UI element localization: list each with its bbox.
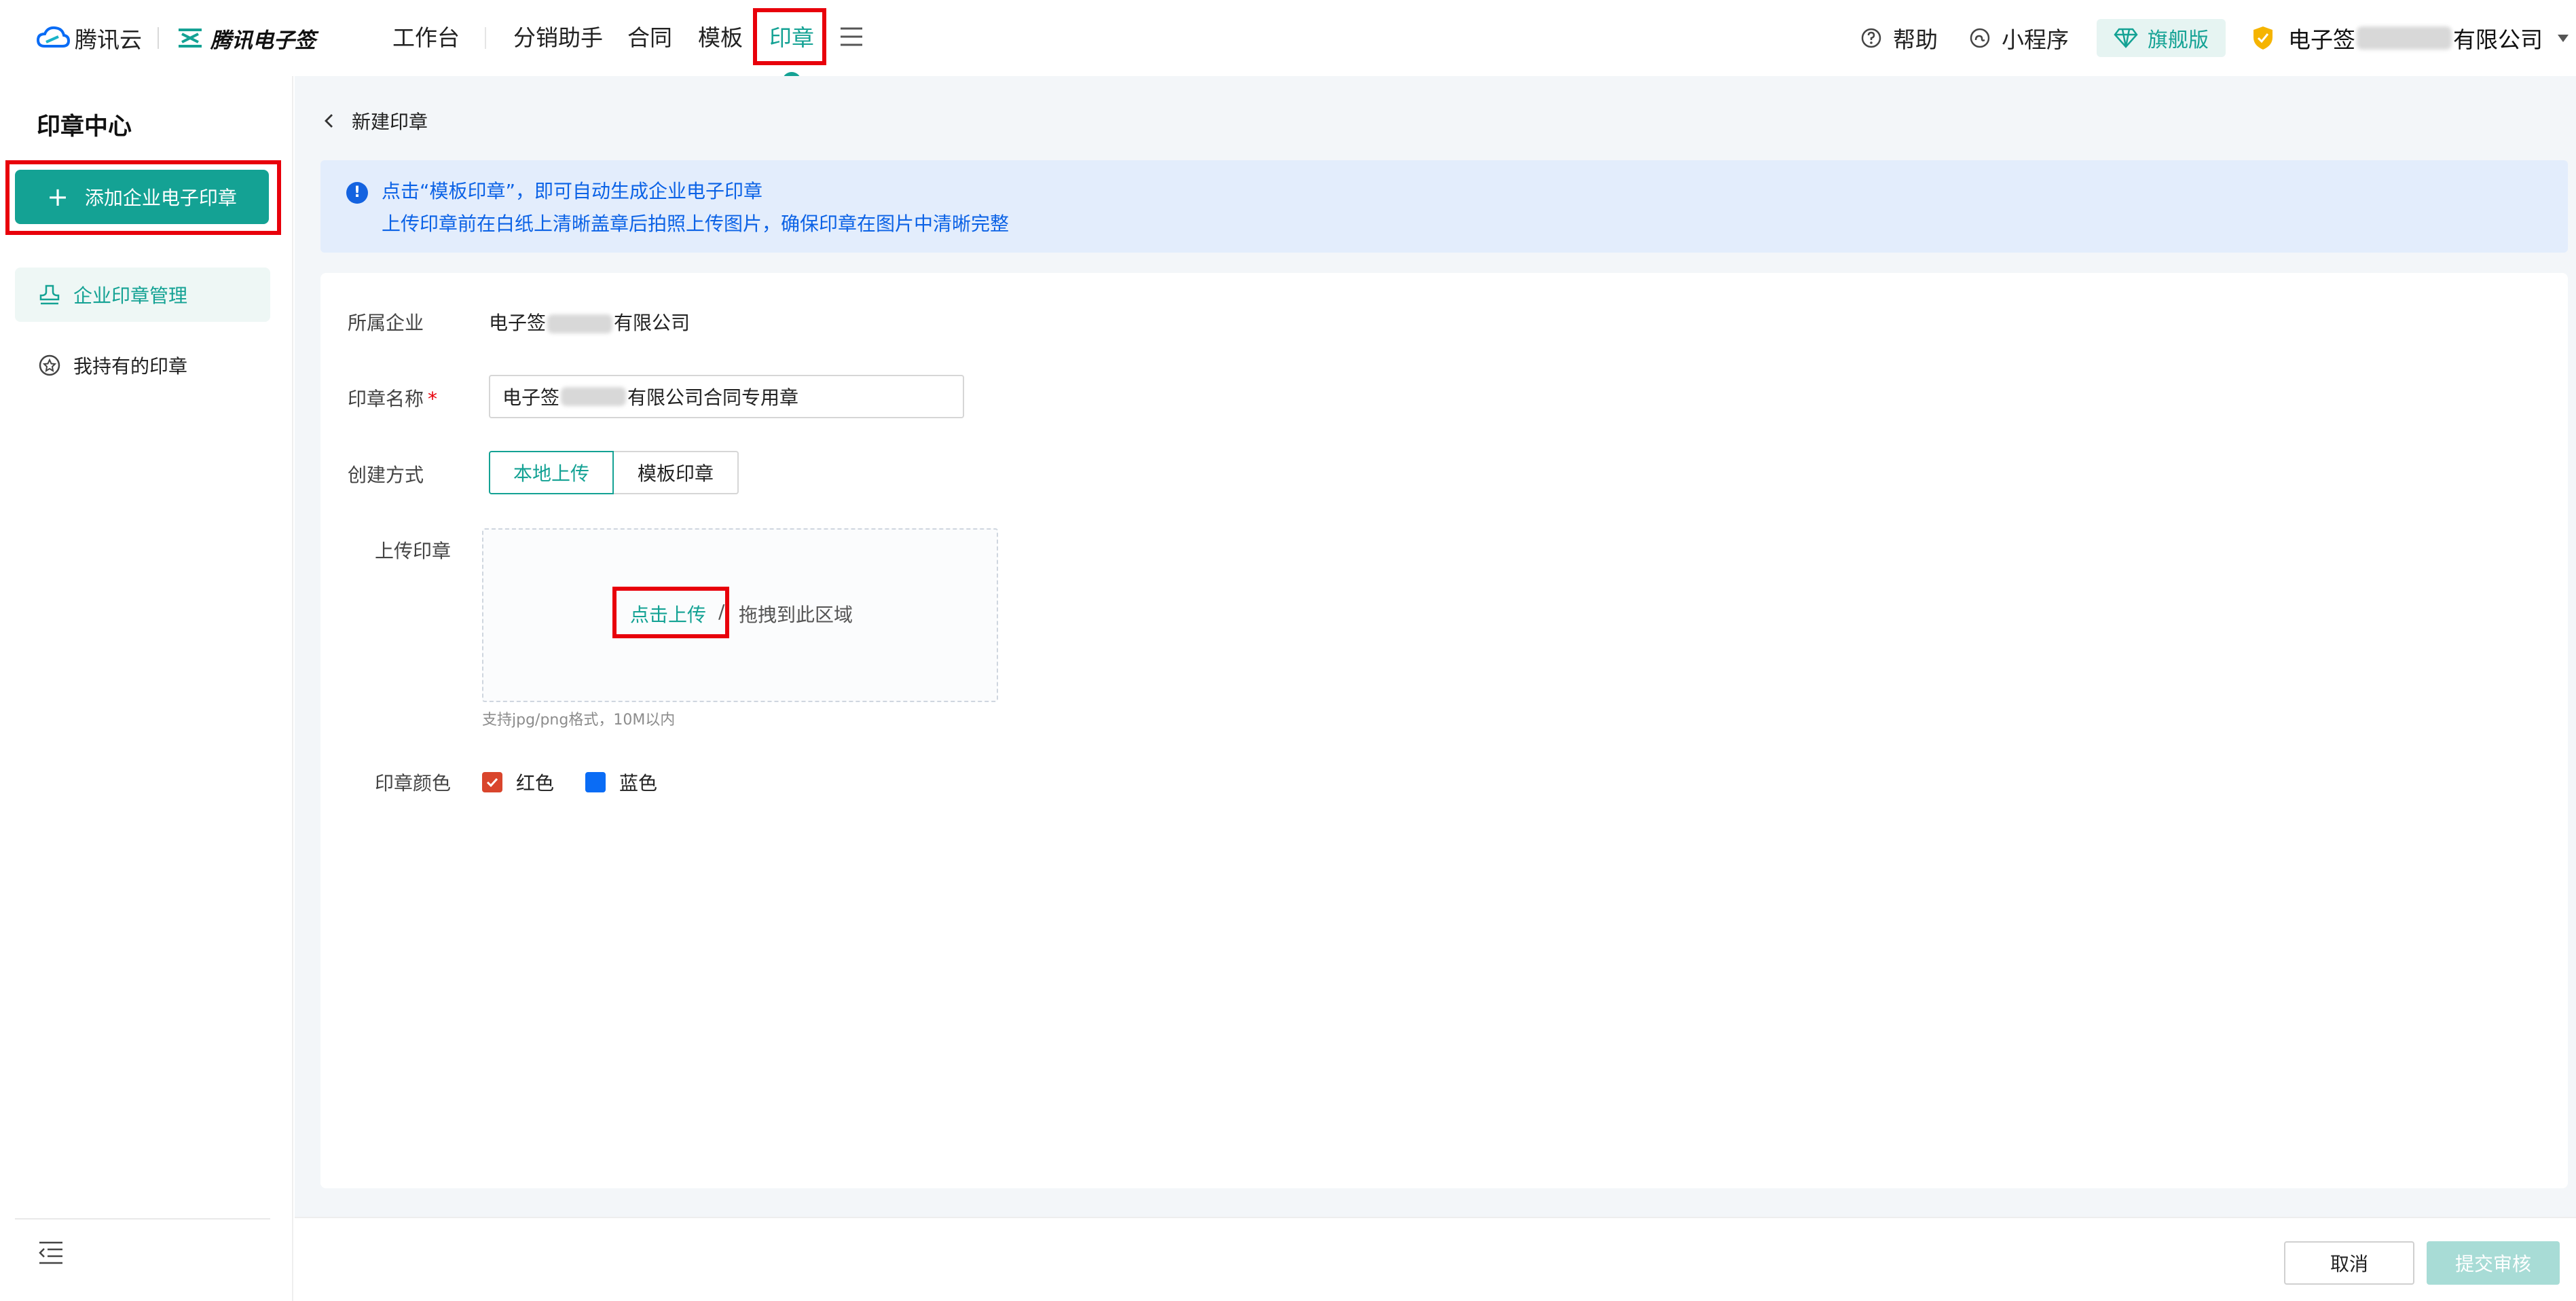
company-field-label: 所属企业 — [348, 312, 424, 334]
chevron-down-icon — [2558, 34, 2569, 42]
redacted-text — [2357, 26, 2452, 50]
nav-contract[interactable]: 合同 — [627, 20, 672, 56]
seal-name-label: 印章名称 * — [348, 384, 437, 411]
drag-here-text: 拖拽到此区域 — [739, 604, 853, 626]
redacted-text — [561, 387, 627, 406]
star-badge-icon — [39, 354, 60, 376]
nav-workbench[interactable]: 工作台 — [392, 20, 460, 56]
company-prefix: 电子签 — [2288, 26, 2355, 53]
esign-logo[interactable]: 腾讯电子签 — [177, 22, 316, 54]
color-option-blue[interactable]: 蓝色 — [585, 769, 657, 796]
collapse-sidebar-icon[interactable] — [38, 1240, 64, 1266]
page-title: 新建印章 — [352, 111, 428, 133]
highlight-box-add-seal — [5, 160, 281, 235]
seal-name-input[interactable]: 电子签 有限公司合同专用章 — [489, 375, 964, 418]
sidebar-title: 印章中心 — [37, 113, 132, 141]
checkmark-icon — [486, 777, 498, 788]
company-value-suffix: 有限公司 — [614, 312, 691, 334]
submit-review-button[interactable]: 提交审核 — [2427, 1241, 2560, 1285]
sidebar-divider — [15, 1218, 270, 1220]
seal-name-prefix: 电子签 — [502, 386, 560, 409]
notice-line-1: 点击“模板印章”，即可自动生成企业电子印章 — [382, 180, 763, 202]
info-notice: ! 点击“模板印章”，即可自动生成企业电子印章 上传印章前在白纸上清晰盖章后拍照… — [320, 160, 2568, 253]
info-icon: ! — [346, 182, 368, 204]
verified-shield-icon — [2253, 26, 2273, 50]
seal-name-suffix: 有限公司合同专用章 — [627, 386, 799, 409]
tencent-cloud-logo[interactable]: 腾讯云 — [35, 20, 142, 56]
footer-actions: 取消 提交审核 — [295, 1217, 2576, 1301]
miniprogram-label: 小程序 — [2002, 26, 2069, 53]
create-method-label: 创建方式 — [348, 464, 424, 486]
seal-form-card: 所属企业 电子签 有限公司 印章名称 * 电子签 有限公司合同专用章 创建方式 本地上… — [320, 273, 2568, 1188]
flagship-label: 旗舰版 — [2148, 29, 2209, 52]
main-content: 新建印章 ! 点击“模板印章”，即可自动生成企业电子印章 上传印章前在白纸上清晰… — [295, 76, 2576, 1217]
method-local-upload[interactable]: 本地上传 — [489, 451, 614, 494]
tencent-cloud-text: 腾讯云 — [75, 26, 142, 53]
company-suffix: 有限公司 — [2453, 26, 2543, 53]
color-option-red[interactable]: 红色 — [482, 769, 554, 796]
required-mark: * — [428, 388, 438, 410]
upload-dropzone[interactable]: 点击上传 / 拖拽到此区域 — [482, 528, 998, 702]
seal-color-label: 印章颜色 — [375, 772, 452, 794]
cloud-icon — [36, 26, 71, 48]
help-link[interactable]: 帮助 — [1860, 20, 1938, 56]
sidebar-item-my-seals[interactable]: 我持有的印章 — [15, 338, 270, 392]
miniprogram-link[interactable]: 小程序 — [1969, 20, 2069, 56]
method-template-seal[interactable]: 模板印章 — [614, 451, 739, 494]
redacted-text — [547, 314, 613, 333]
esign-brand-text: 腾讯电子签 — [210, 28, 316, 53]
more-menu-icon[interactable] — [839, 24, 864, 49]
color-red-label: 红色 — [516, 772, 555, 794]
top-bar: 腾讯云 腾讯电子签 工作台 分销助手 合同 模板 印章 帮助 小程序 旗舰版 电… — [0, 0, 2576, 81]
logo-divider — [158, 27, 159, 49]
company-switcher[interactable]: 电子签 有限公司 — [2251, 19, 2569, 57]
highlight-box-nav-seal — [753, 8, 826, 65]
checkbox-checked-icon[interactable] — [482, 772, 502, 792]
nav-template[interactable]: 模板 — [698, 20, 743, 56]
seal-name-label-text: 印章名称 — [348, 388, 424, 410]
chevron-left-icon — [325, 114, 333, 128]
help-icon — [1861, 28, 1881, 48]
highlight-box-click-upload — [612, 587, 729, 638]
upload-format-hint: 支持jpg/png格式，10M以内 — [482, 712, 676, 729]
flagship-badge[interactable]: 旗舰版 — [2097, 19, 2226, 57]
miniprogram-icon — [1970, 28, 1990, 48]
nav-distribution[interactable]: 分销助手 — [513, 20, 603, 56]
sidebar: 印章中心 + 添加企业电子印章 企业印章管理 我持有的印章 — [0, 76, 293, 1301]
back-navigation[interactable]: 新建印章 — [322, 106, 428, 136]
sidebar-item-label: 企业印章管理 — [73, 285, 188, 307]
company-field-value: 电子签 有限公司 — [489, 308, 690, 335]
sidebar-item-label: 我持有的印章 — [73, 355, 188, 378]
cancel-button[interactable]: 取消 — [2284, 1241, 2414, 1285]
stamp-icon — [39, 285, 60, 305]
diamond-icon — [2114, 28, 2138, 48]
notice-line-2: 上传印章前在白纸上清晰盖章后拍照上传图片，确保印章在图片中清晰完整 — [382, 213, 1010, 235]
color-blue-label: 蓝色 — [619, 772, 658, 794]
esign-mark-icon — [179, 29, 202, 48]
sidebar-item-company-seals[interactable]: 企业印章管理 — [15, 268, 270, 322]
company-value-prefix: 电子签 — [489, 312, 547, 334]
color-swatch-blue-icon[interactable] — [585, 772, 606, 792]
upload-seal-label: 上传印章 — [375, 540, 452, 562]
help-label: 帮助 — [1893, 26, 1938, 53]
nav-divider — [485, 27, 486, 49]
